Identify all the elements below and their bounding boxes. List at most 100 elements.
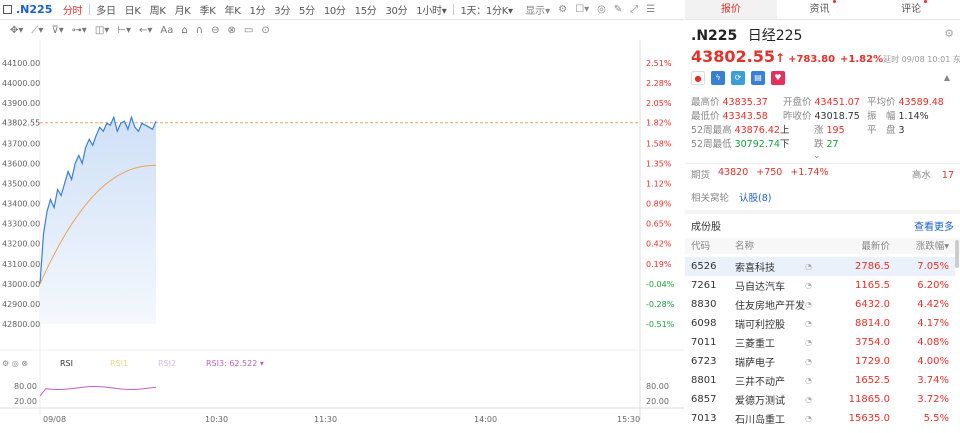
scrollbar[interactable]	[955, 240, 959, 268]
pattern-tool-icon[interactable]: ◫▾	[95, 25, 109, 36]
clock-icon[interactable]: ◔	[805, 338, 821, 347]
timeframe-tab[interactable]: 1天：1分K▾	[456, 2, 517, 17]
timeframe-tab[interactable]: 15分	[350, 2, 381, 17]
sort-pct-button[interactable]: 涨跌幅▾	[890, 238, 955, 254]
time-tick-label: 10:30	[205, 415, 228, 424]
timeframe-tab[interactable]: 分时	[58, 2, 86, 17]
checkbox-icon[interactable]: ☐▾	[575, 4, 589, 15]
crosshair-icon[interactable]: ✥▾	[10, 25, 23, 36]
warrants-link[interactable]: 认股(8)	[739, 193, 771, 204]
price-tick-label: 43500.00	[2, 179, 40, 188]
view-more-link[interactable]: 查看更多	[914, 218, 954, 234]
timeframe-tab[interactable]: 1小时▾	[412, 2, 451, 17]
timeframe-tab[interactable]: 1分	[245, 2, 270, 17]
clock-icon[interactable]: ◔	[805, 357, 821, 366]
clock-icon[interactable]: ◔	[805, 300, 821, 309]
price-tick-label: 43300.00	[2, 220, 40, 229]
pct-tick-label: 2.51%	[646, 59, 672, 68]
rsi-settings-icon: ⚙ ◎ ⊗	[2, 359, 28, 368]
index-name: 日经225	[747, 28, 803, 44]
table-row[interactable]: 6857 爱德万测试 ◔ 11865.0 3.72%	[685, 390, 955, 409]
sync-icon[interactable]: ⟳	[731, 71, 745, 85]
table-row[interactable]: 8801 三井不动产 ◔ 1652.5 3.74%	[685, 371, 955, 390]
clock-icon[interactable]: ◔	[805, 281, 821, 290]
display-menu[interactable]: 显示▾	[525, 2, 550, 17]
price-row: 43802.55 ↑ +783.80 +1.82% 延时 09/08 10:01…	[685, 47, 960, 66]
top-toolbar: .N225 分时 多日 日K 周K 月K 季K 年K 1分 3分 5分 10分 15分 30分 1小时▾ 1…	[0, 0, 684, 20]
pct-tick-label: 1.12%	[646, 179, 672, 188]
time-tick-label: 11:30	[314, 415, 337, 424]
price-tick-label: 44000.00	[2, 79, 40, 88]
layout-icon[interactable]	[3, 5, 12, 14]
timeframe-tab[interactable]: 周K	[145, 2, 170, 17]
clock-icon[interactable]: ◔	[805, 376, 821, 385]
channel-tool-icon[interactable]: ⊽▾	[51, 25, 63, 36]
pct-tick-label: -0.28%	[646, 300, 675, 309]
clock-icon[interactable]: ◔	[805, 319, 821, 328]
price-tick-label: 42900.00	[2, 300, 40, 309]
table-row[interactable]: 6098 瑞可利控股 ◔ 8814.0 4.17%	[685, 314, 955, 333]
text-tool-icon[interactable]: Aa	[160, 25, 173, 36]
timeframe-tab[interactable]: 年K	[220, 2, 245, 17]
magnet-icon[interactable]: ⌂	[181, 25, 187, 36]
heart-icon[interactable]: ♥	[771, 71, 785, 85]
price-tick-label: 43100.00	[2, 260, 40, 269]
clock-icon[interactable]: ◔	[805, 414, 821, 423]
table-row[interactable]: 7011 三菱重工 ◔ 3754.0 4.08%	[685, 333, 955, 352]
fullscreen-icon[interactable]: ⤢	[630, 4, 638, 15]
price-tick-label: 43600.00	[2, 159, 40, 168]
timeframe-tab[interactable]: 多日	[92, 2, 120, 17]
constituents-header: 成份股 查看更多	[685, 218, 960, 234]
tab-quote[interactable]: 报价	[685, 0, 777, 19]
edit-icon[interactable]: ✎	[614, 4, 622, 15]
clock-icon[interactable]: ◔	[805, 395, 821, 404]
table-row[interactable]: 6723 瑞萨电子 ◔ 1729.0 4.00%	[685, 352, 955, 371]
report-icon[interactable]: ▤	[751, 71, 765, 85]
fib-tool-icon[interactable]: ⊶▾	[72, 25, 87, 36]
up-arrow-icon: ↑	[775, 51, 786, 65]
tab-comments[interactable]: 评论	[868, 0, 960, 19]
clock-icon[interactable]: ◔	[805, 262, 821, 271]
delete-icon[interactable]: ⊗	[227, 25, 235, 36]
measure-tool-icon[interactable]: ⊢▾	[117, 25, 131, 36]
table-row[interactable]: 7013 石川岛重工 ◔ 15635.0 5.5%	[685, 409, 955, 428]
timeframe-tab[interactable]: 5分	[295, 2, 320, 17]
hide-icon[interactable]: ⊖	[211, 25, 219, 36]
table-row[interactable]: 8830 住友房地产开发 ◔ 6432.0 4.42%	[685, 295, 955, 314]
price-tick-label: 43700.00	[2, 139, 40, 148]
rsi3-value: RSI3: 62.522 ▾	[206, 359, 264, 368]
table-row[interactable]: 7261 马自达汽车 ◔ 1165.5 6.20%	[685, 276, 955, 295]
alert-icon[interactable]: ▲	[940, 71, 954, 85]
table-row[interactable]: 6526 索喜科技 ◔ 2786.5 7.05%	[685, 257, 955, 276]
timeframe-tab[interactable]: 季K	[195, 2, 220, 17]
timeframe-tab[interactable]: 日K	[120, 2, 145, 17]
panel-tabs: 报价 资讯 评论	[685, 0, 960, 20]
time-tick-label: 09/08	[43, 415, 66, 424]
japan-flag-icon: ●	[691, 71, 705, 85]
table-header: 代码 名称 最新价 涨跌幅▾	[685, 238, 960, 254]
stats-grid: 最高价 43835.37 开盘价 43451.07 平均价 43589.48 最低价 4…	[685, 96, 960, 161]
price-chart[interactable]: 44100.00 44000.00 43900.00 43802.55 43700.00…	[0, 40, 684, 433]
expand-icon[interactable]: ⌄	[685, 152, 960, 161]
tab-news[interactable]: 资讯	[777, 0, 869, 19]
settings-icon[interactable]: ⚙	[944, 27, 954, 40]
timeframe-tab[interactable]: 3分	[270, 2, 295, 17]
rsi-line	[39, 385, 157, 397]
toggle-icon[interactable]: ▭	[244, 25, 253, 36]
rsi2-label: RSI2	[158, 359, 176, 368]
timeframe-tab[interactable]: 10分	[319, 2, 350, 17]
menu-icon[interactable]: ☰	[646, 4, 655, 15]
arrow-tool-icon[interactable]: ←▾	[139, 25, 152, 36]
timeframe-tab[interactable]: 月K	[170, 2, 195, 17]
delay-note: 延时 09/08 10:01 东京	[883, 55, 960, 64]
timeframe-tab[interactable]: 30分	[381, 2, 412, 17]
lock-icon[interactable]: ∩	[196, 25, 203, 36]
settings-icon[interactable]: ⊙	[261, 25, 269, 36]
symbol-label[interactable]: .N225	[16, 3, 52, 16]
settings-icon[interactable]: ⚙	[558, 4, 567, 15]
camera-icon[interactable]: ◎	[597, 4, 606, 15]
pct-tick-label: 1.35%	[646, 159, 672, 168]
lightning-icon[interactable]: ϟ	[711, 71, 725, 85]
line-tool-icon[interactable]: ⟋▾	[31, 25, 43, 36]
pct-tick-label: -0.04%	[646, 280, 675, 289]
